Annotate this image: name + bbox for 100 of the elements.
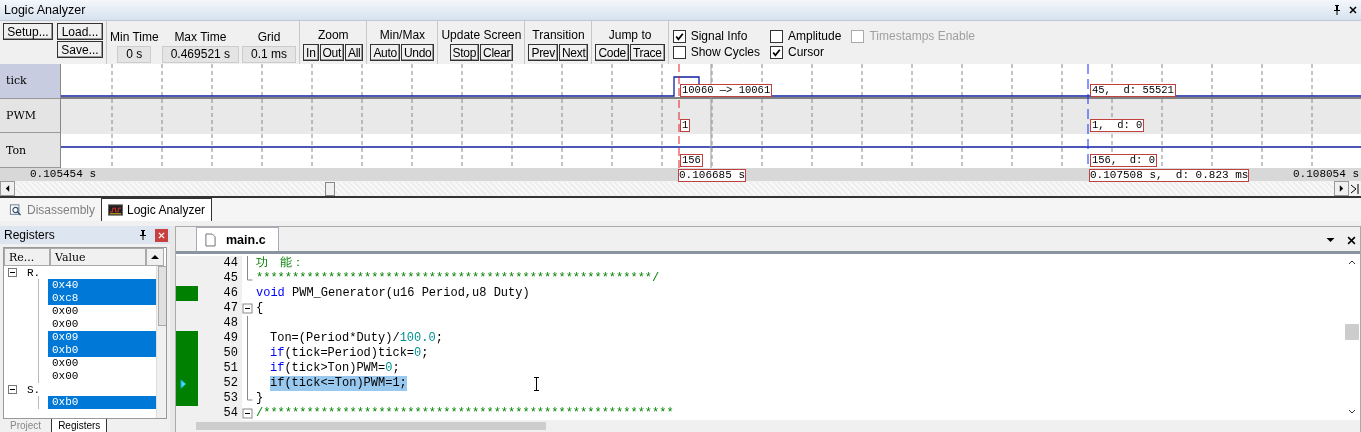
register-value[interactable]: 0x00 (48, 318, 156, 331)
view-tab[interactable]: Logic Analyzer (101, 198, 213, 221)
scroll-right-button[interactable] (1334, 181, 1349, 196)
fold-toggle-icon[interactable] (242, 301, 253, 317)
waveform-icon (108, 204, 123, 216)
line-number: 54 (198, 406, 242, 420)
option-label: Timestamps Enable (869, 29, 975, 43)
line-number: 50 (198, 346, 242, 361)
toolbar-button[interactable]: Out (319, 44, 344, 61)
toolbar-button[interactable]: Next (558, 44, 589, 61)
line-number: 47 (198, 301, 242, 316)
load-button[interactable]: Load... (57, 23, 103, 40)
cursor-line[interactable] (678, 64, 680, 168)
line-number: 45 (198, 271, 242, 286)
code-line: if(tick>Ton)PWM=0; (270, 361, 400, 376)
group-label: Transition (532, 27, 585, 41)
line-number: 51 (198, 361, 242, 376)
time-label: 0.108054 s (1293, 168, 1359, 180)
code-line: void PWM_Generator(u16 Period,u8 Duty) (256, 286, 530, 301)
toolbar-button[interactable]: All (344, 44, 364, 61)
readout-field: 0.1 ms (242, 46, 297, 63)
scroll-up-icon[interactable] (1348, 259, 1356, 265)
text-cursor-icon (533, 377, 540, 391)
pin-icon[interactable] (1333, 5, 1341, 15)
scroll-left-button[interactable] (0, 181, 15, 196)
option-label: Signal Info (690, 29, 748, 43)
code-line: 功 能： (256, 256, 304, 271)
toolbar-button[interactable]: Auto (370, 44, 400, 61)
toolbar-button[interactable]: Prev (528, 44, 558, 61)
readout-field: 0.469521 s (161, 46, 240, 63)
line-number: 48 (198, 316, 242, 331)
scroll-thumb[interactable] (1345, 324, 1359, 340)
file-tab[interactable]: main.c (196, 227, 279, 251)
jump-end-icon[interactable] (1350, 182, 1360, 195)
collapse-toggle[interactable] (8, 385, 17, 394)
checkbox[interactable] (770, 45, 784, 59)
checkbox[interactable] (770, 29, 784, 43)
time-label: 0.105454 s (30, 168, 96, 180)
panel-tab[interactable]: Registers (51, 419, 108, 432)
register-value[interactable]: 0x00 (48, 357, 156, 370)
register-value[interactable]: 0x00 (48, 305, 156, 318)
close-icon[interactable] (1347, 236, 1356, 245)
toolbar-button[interactable]: Code (595, 44, 629, 61)
group-label: Jump to (608, 27, 652, 41)
group-label: Update Screen (441, 27, 522, 41)
panel-title: Registers (4, 228, 56, 242)
magnifier-icon (8, 204, 23, 216)
code-line: { (256, 301, 264, 316)
toolbar-button[interactable]: In (303, 44, 319, 61)
toolbar-button[interactable]: Trace (629, 44, 665, 61)
cursor-value-label: 10060 —> 10061 (680, 84, 773, 97)
toolbar-button[interactable]: Clear (480, 44, 514, 61)
fold-toggle-icon[interactable] (242, 406, 253, 420)
marker-value-label: 1, d: 0 (1090, 119, 1145, 132)
signal-name[interactable]: tick (0, 64, 61, 99)
left-arrow-icon (5, 185, 10, 192)
scroll-down-icon[interactable] (1348, 409, 1356, 415)
code-line: *******************************************************/ (256, 271, 660, 286)
tree-item[interactable]: R. (27, 266, 41, 279)
signal-name[interactable]: Ton (0, 133, 61, 168)
close-icon[interactable] (1349, 6, 1357, 14)
toolbar-button[interactable]: Undo (400, 44, 435, 61)
window-title: Logic Analyzer (4, 3, 87, 17)
register-value[interactable]: 0x00 (48, 370, 156, 383)
line-number: 49 (198, 331, 242, 346)
tree-item[interactable]: S. (27, 383, 41, 396)
scroll-thumb[interactable] (196, 422, 546, 430)
scroll-up-button[interactable] (146, 248, 164, 266)
group-label: Zoom (317, 27, 349, 41)
field-label: Min Time (110, 29, 159, 43)
pin-icon[interactable] (139, 230, 147, 240)
save-button[interactable]: Save... (57, 41, 103, 58)
right-arrow-icon (1339, 185, 1344, 192)
cursor-value-label: 156 (680, 154, 703, 167)
register-value[interactable]: 0x40 (48, 279, 156, 292)
up-arrow-icon (151, 254, 159, 260)
dropdown-icon[interactable] (1326, 237, 1335, 243)
column-header[interactable]: Value (50, 248, 146, 266)
column-header[interactable]: Re... (4, 248, 50, 266)
register-value[interactable]: 0xc8 (48, 292, 156, 305)
option-label: Cursor (788, 45, 825, 59)
close-button[interactable] (155, 228, 168, 242)
scroll-thumb[interactable] (325, 182, 335, 196)
marker-value-label: 156, d: 0 (1090, 154, 1157, 167)
checkbox[interactable] (672, 45, 686, 59)
toolbar-button[interactable]: Stop (449, 44, 480, 61)
field-label: Grid (257, 29, 281, 43)
view-tab[interactable]: Disassembly (2, 199, 101, 221)
signal-name[interactable]: PWM (0, 98, 61, 134)
code-line: } (256, 391, 264, 406)
register-value[interactable]: 0xb0 (48, 344, 156, 357)
code-line: Ton=(Period*Duty)/100.0; (270, 331, 443, 346)
checkbox[interactable] (672, 29, 686, 43)
collapse-toggle[interactable] (8, 268, 17, 277)
code-line: if(tick=Period)tick=0; (270, 346, 429, 361)
register-value[interactable]: 0x09 (48, 331, 156, 344)
setup-button[interactable]: Setup... (3, 23, 53, 40)
close-icon (158, 231, 165, 239)
option-label: Show Cycles (690, 45, 761, 59)
register-value[interactable]: 0xb0 (48, 396, 156, 409)
